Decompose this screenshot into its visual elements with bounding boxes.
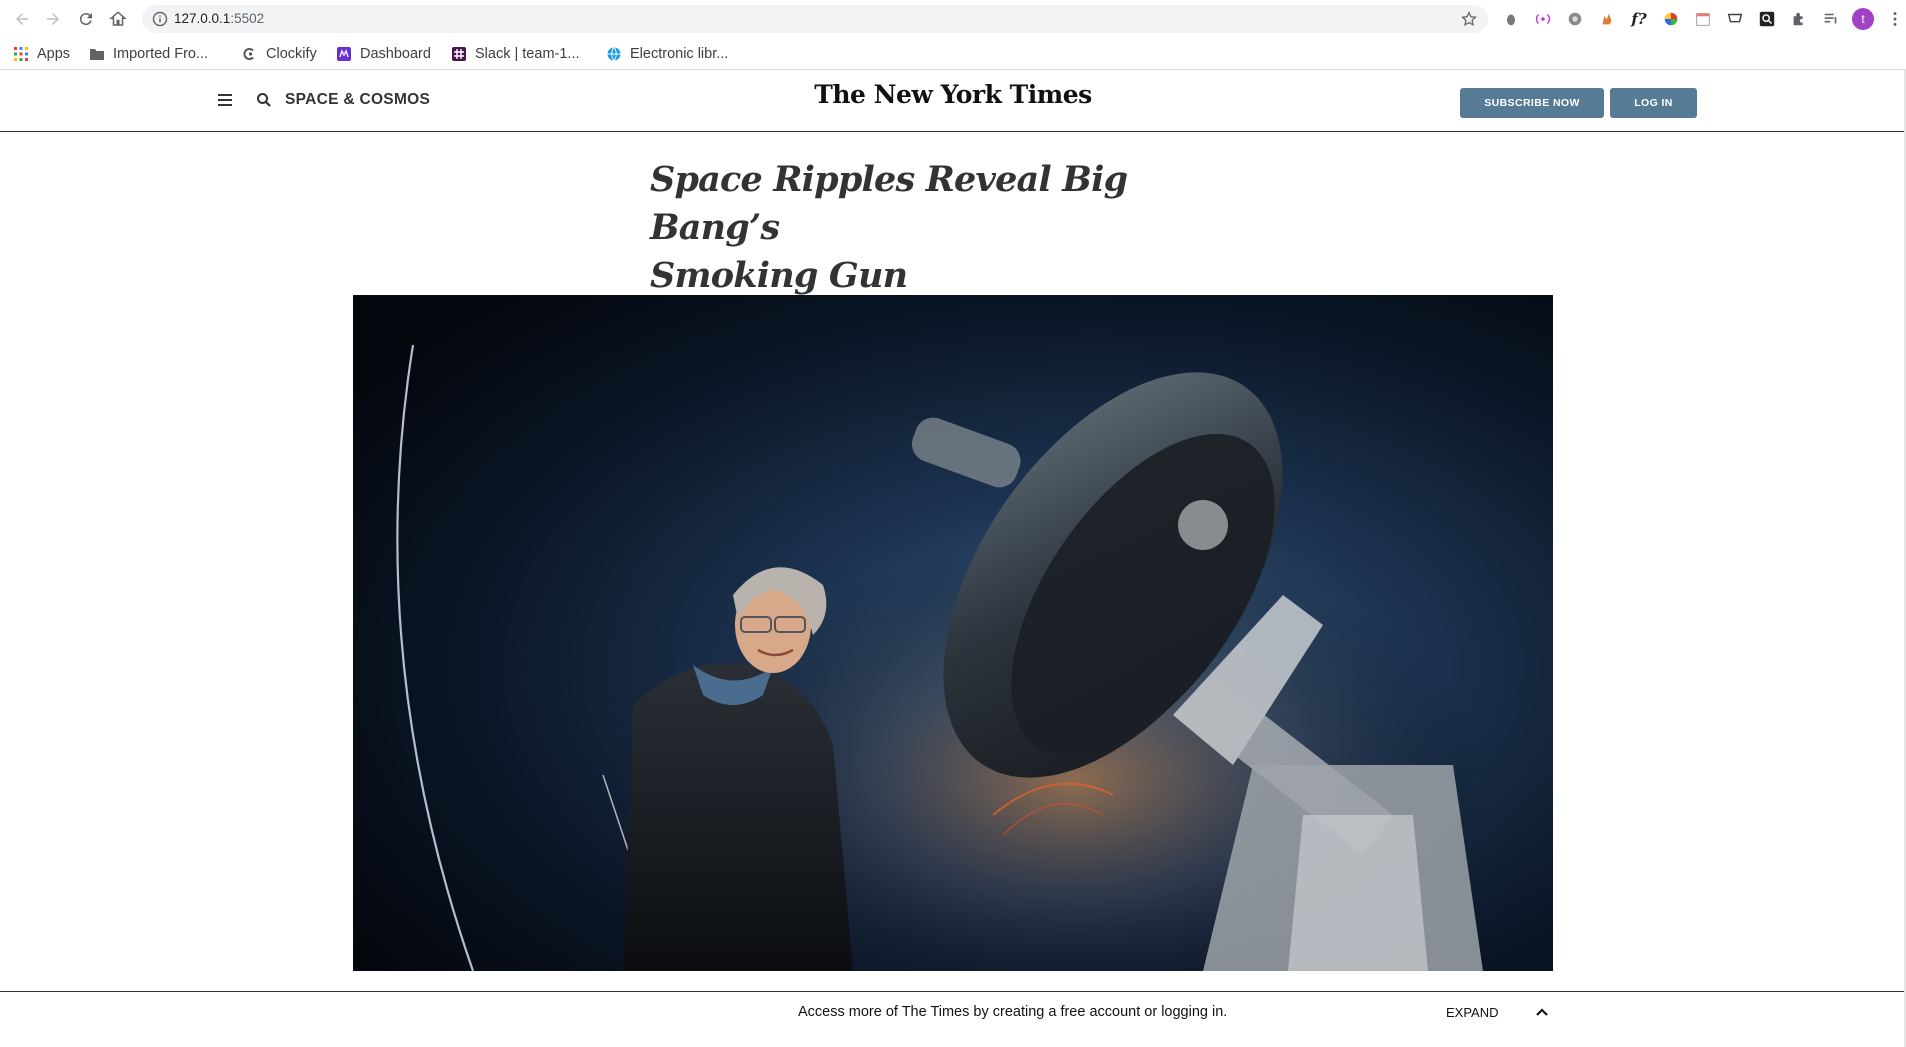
expand-button[interactable]: EXPAND [1446,1005,1499,1020]
forward-button[interactable] [41,7,65,31]
bookmark-star-icon[interactable] [1460,10,1478,28]
extensions-area: f? t [1500,8,1906,30]
chevron-up-icon[interactable] [1535,1005,1549,1019]
arrow-left-icon [16,13,28,25]
slack-icon [452,47,466,61]
browser-toolbar: 127.0.0.1:5502 f? t [0,0,1906,38]
url-port: :5502 [230,11,265,26]
globe-icon [607,47,621,61]
bookmark-label: Imported Fro... [113,46,209,62]
extension-radio-icon[interactable] [1532,8,1554,30]
registration-gateway-bar: Access more of The Times by creating a f… [0,991,1906,1047]
bookmark-imported[interactable]: Imported Fro... [89,46,208,62]
browser-menu-icon[interactable] [1884,8,1906,30]
bookmark-label: Clockify [266,46,317,62]
headline-line-2: Smoking Gun [650,255,908,296]
apps-grid-icon [14,47,28,61]
bookmark-slack[interactable]: Slack | team-1... [451,46,580,62]
extension-fonts-icon[interactable]: f? [1628,8,1650,30]
bookmark-label: Apps [37,46,71,62]
article-hero-image [353,295,1553,971]
extension-cart-icon[interactable] [1724,8,1746,30]
extension-globe-icon[interactable] [1564,8,1586,30]
bookmark-dashboard[interactable]: Dashboard [336,46,431,62]
login-button[interactable]: LOG IN [1610,88,1697,118]
bookmark-electronic-library[interactable]: Electronic libr... [606,46,728,62]
dashboard-icon [337,47,351,61]
home-icon [109,11,127,26]
extension-search-icon[interactable] [1756,8,1778,30]
home-button[interactable] [106,7,130,31]
bookmark-label: Electronic libr... [630,46,729,62]
gateway-message: Access more of The Times by creating a f… [798,1004,1228,1020]
article-headline: Space Ripples Reveal Big Bang’s Smoking … [650,156,1210,300]
extension-calendar-icon[interactable] [1692,8,1714,30]
url-text: 127.0.0.1:5502 [174,11,264,26]
back-button[interactable] [10,7,34,31]
subscribe-button[interactable]: SUBSCRIBE NOW [1460,88,1604,118]
headline-line-1: Space Ripples Reveal Big Bang’s [650,159,1128,248]
arrow-right-icon [47,13,59,25]
bookmark-label: Dashboard [360,46,431,62]
extensions-puzzle-icon[interactable] [1788,8,1810,30]
bookmark-label: Slack | team-1... [475,46,580,62]
extension-bug-icon[interactable] [1500,8,1522,30]
reading-list-icon[interactable] [1820,8,1842,30]
address-bar[interactable]: 127.0.0.1:5502 [142,5,1488,33]
profile-avatar[interactable]: t [1852,8,1874,30]
folder-icon [90,49,104,60]
clockify-icon [243,48,254,60]
info-icon[interactable] [152,11,168,27]
extension-color-wheel-icon[interactable] [1660,8,1682,30]
site-header: SPACE & COSMOS The New York Times SUBSCR… [0,70,1906,132]
reload-icon [79,13,92,26]
bookmarks-bar: Apps Imported Fro... Clockify Dashboard … [0,38,1906,70]
url-host: 127.0.0.1 [174,11,231,26]
extension-hand-icon[interactable] [1596,8,1618,30]
telescope-photo [353,295,1553,971]
reload-button[interactable] [74,7,98,31]
bookmark-clockify[interactable]: Clockify [242,46,317,62]
bookmark-apps[interactable]: Apps [13,46,70,62]
